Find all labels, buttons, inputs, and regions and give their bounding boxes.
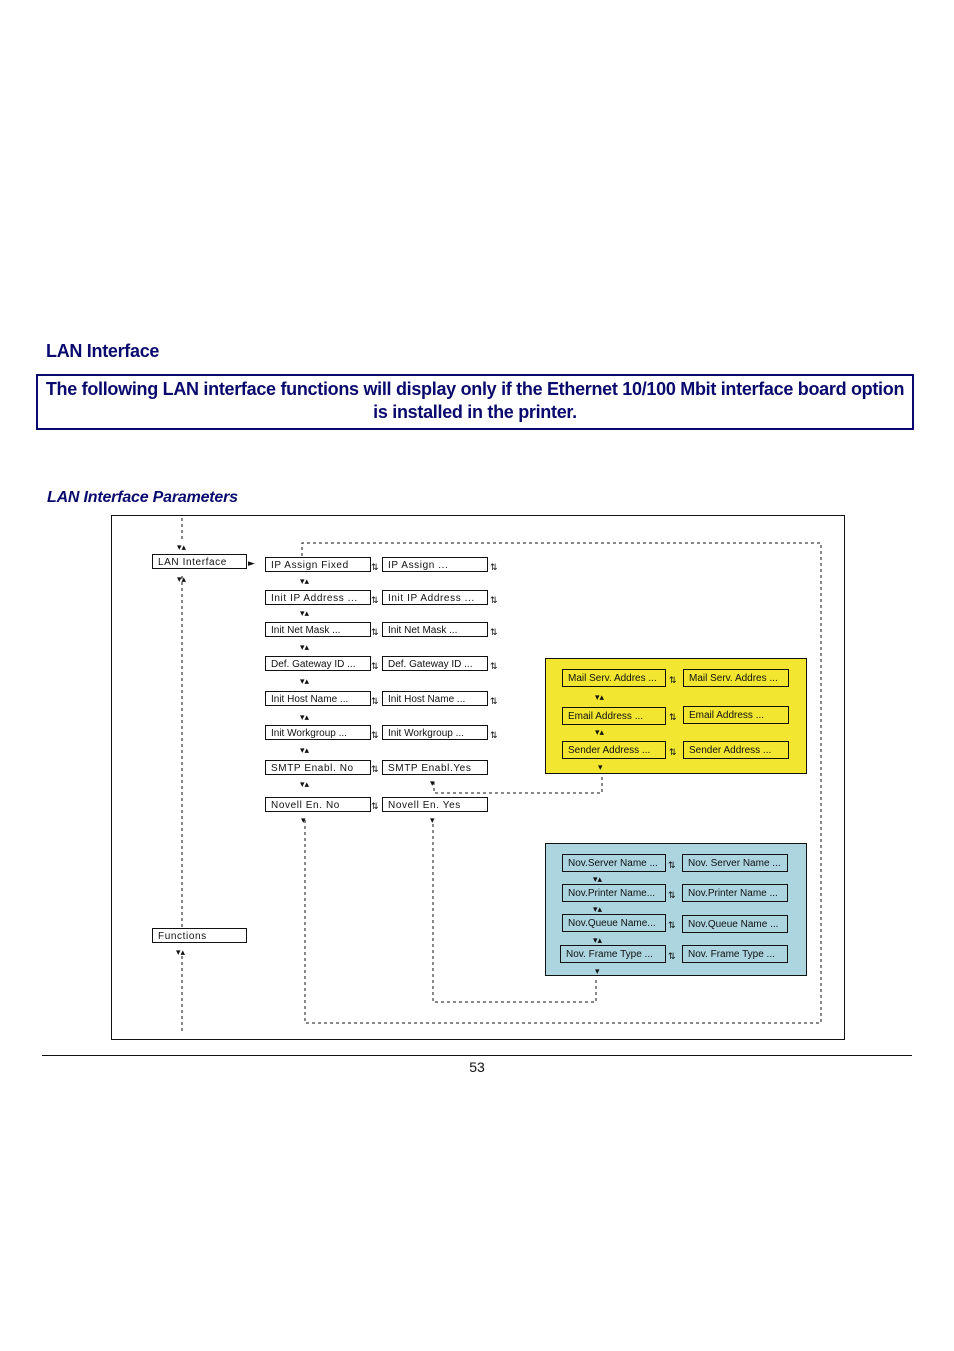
smtp-settings-panel: Mail Serv. Addres ... Email Address ... … [545, 658, 807, 774]
param-init-host-name: Init Host Name ... [265, 691, 371, 706]
toggle-arrow-icon: ⇅ [371, 662, 379, 672]
arrow-right-icon: ► [248, 559, 255, 569]
param-def-gateway: Def. Gateway ID ... [265, 656, 371, 671]
toggle-arrow-icon: ⇅ [371, 628, 379, 638]
value-ip-assign: IP Assign ... [382, 557, 488, 572]
value-init-ip-address: Init IP Address ... [382, 590, 488, 605]
toggle-arrow-icon: ⇅ [668, 952, 676, 962]
up-down-arrow-icon: ▾▴ [300, 609, 310, 619]
param-ip-assign: IP Assign Fixed [265, 557, 371, 572]
toggle-arrow-icon: ⇅ [371, 697, 379, 707]
toggle-arrow-icon: ⇅ [490, 596, 498, 606]
menu-functions: Functions [152, 928, 247, 943]
diagram-heading: LAN Interface Parameters [47, 489, 238, 506]
smtp-arrows: ⇅ ⇅ ⇅ ▾▴ ▾▴ ▾ [595, 676, 677, 773]
up-down-arrow-icon: ▾▴ [300, 643, 310, 653]
param-smtp-enable: SMTP Enabl. No [265, 760, 371, 775]
value-init-workgroup: Init Workgroup ... [382, 725, 488, 740]
arrow-down-icon: ▾ [595, 967, 600, 975]
value-init-host-name: Init Host Name ... [382, 691, 488, 706]
up-down-arrow-icon: ▾▴ [593, 905, 603, 915]
up-down-arrow-icon: ▾▴ [593, 936, 603, 946]
toggle-arrow-icon: ⇅ [490, 697, 498, 707]
up-down-arrow-icon: ▾▴ [300, 780, 310, 790]
menu-root-lan-interface: LAN Interface [152, 554, 247, 569]
novell-settings-panel: Nov.Server Name ... Nov.Printer Name... … [545, 843, 807, 976]
up-down-arrow-icon: ▾▴ [593, 875, 603, 885]
toggle-arrow-icon: ⇅ [490, 563, 498, 573]
param-init-net-mask: Init Net Mask ... [265, 622, 371, 637]
toggle-arrow-icon: ⇅ [490, 628, 498, 638]
up-down-arrow-icon: ▾▴ [176, 948, 186, 958]
toggle-arrow-icon: ⇅ [371, 731, 379, 741]
up-down-arrow-icon: ▾▴ [177, 543, 187, 553]
toggle-arrow-icon: ⇅ [669, 676, 677, 686]
toggle-arrow-icon: ⇅ [668, 891, 676, 901]
section-heading: LAN Interface [46, 341, 160, 361]
toggle-arrow-icon: ⇅ [669, 748, 677, 758]
toggle-arrow-icon: ⇅ [668, 921, 676, 931]
toggle-arrow-icon: ⇅ [371, 765, 379, 775]
lan-interface-diagram: ▾▴ ▾▴ ► ▾▴ ▾▴ ▾▴ ▾▴ ▾▴ ▾▴ ▾▴ ▾▴ ▾ ▾ ▾ ⇅ … [111, 515, 845, 1040]
value-smtp-enable: SMTP Enabl.Yes [382, 760, 488, 775]
arrow-down-icon: ▾ [430, 816, 435, 826]
up-down-arrow-icon: ▾▴ [300, 577, 310, 587]
arrow-down-icon: ▾ [301, 816, 306, 826]
arrow-down-icon: ▾ [598, 763, 603, 773]
up-down-arrow-icon: ▾▴ [300, 713, 310, 723]
param-novell-enable: Novell En. No [265, 797, 371, 812]
up-down-arrow-icon: ▾▴ [177, 575, 187, 585]
param-init-ip-address: Init IP Address ... [265, 590, 371, 605]
toggle-arrow-icon: ⇅ [668, 861, 676, 871]
toggle-arrow-icon: ⇅ [371, 563, 379, 573]
up-down-arrow-icon: ▾▴ [595, 693, 605, 703]
up-down-arrow-icon: ▾▴ [595, 728, 605, 738]
toggle-arrow-icon: ⇅ [490, 731, 498, 741]
up-down-arrow-icon: ▾▴ [300, 677, 310, 687]
up-down-arrow-icon: ▾▴ [300, 746, 310, 756]
page-number: 53 [469, 1059, 485, 1075]
notice-box: The following LAN interface functions wi… [36, 374, 914, 430]
value-def-gateway: Def. Gateway ID ... [382, 656, 488, 671]
footer-rule [42, 1055, 912, 1056]
toggle-arrow-icon: ⇅ [371, 802, 379, 812]
novell-arrows: ⇅ ⇅ ⇅ ⇅ ▾▴ ▾▴ ▾▴ ▾ [593, 861, 676, 975]
toggle-arrow-icon: ⇅ [490, 662, 498, 672]
value-novell-enable: Novell En. Yes [382, 797, 488, 812]
value-init-net-mask: Init Net Mask ... [382, 622, 488, 637]
toggle-arrow-icon: ⇅ [371, 596, 379, 606]
arrow-down-icon: ▾ [430, 779, 435, 789]
param-init-workgroup: Init Workgroup ... [265, 725, 371, 740]
toggle-arrow-icon: ⇅ [669, 713, 677, 723]
